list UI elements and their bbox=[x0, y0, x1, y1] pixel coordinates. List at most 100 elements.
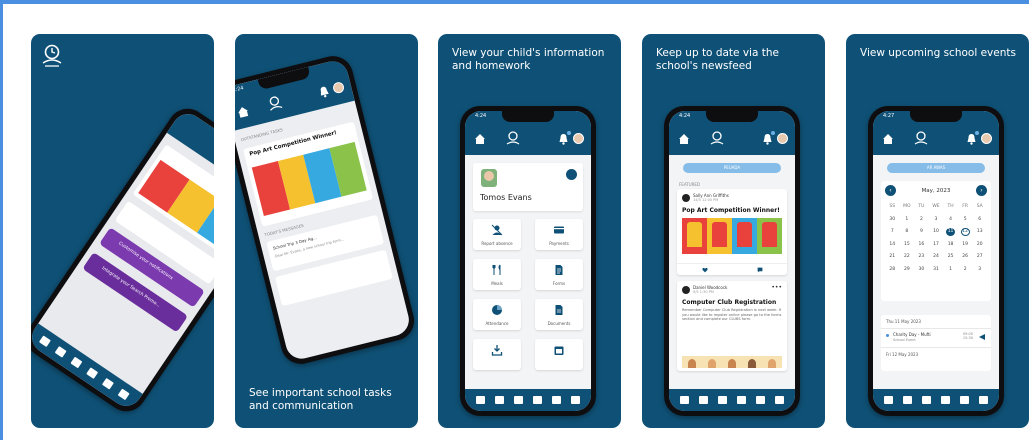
next-month-button[interactable]: › bbox=[976, 185, 987, 196]
tab-menu-icon[interactable] bbox=[117, 388, 130, 401]
tile-report-absence[interactable]: Report absence bbox=[473, 219, 521, 250]
like-button[interactable] bbox=[677, 264, 732, 275]
calendar-day[interactable]: 16 bbox=[914, 241, 929, 249]
tab-grid-icon[interactable] bbox=[38, 335, 51, 348]
tab-menu-icon[interactable] bbox=[979, 396, 988, 404]
screenshot-card-logo[interactable]: Customise your notifications Integrate y… bbox=[31, 34, 214, 428]
calendar-day[interactable]: 25 bbox=[943, 253, 958, 261]
calendar-day[interactable]: 1 bbox=[943, 266, 958, 274]
calendar-day[interactable]: 5 bbox=[958, 216, 973, 224]
calendar-day[interactable]: 11 bbox=[946, 228, 956, 236]
tab-calendar-icon[interactable] bbox=[86, 367, 99, 379]
feed-post[interactable]: Sally Ann Griffiths 14/5 12:00 PM Pop Ar… bbox=[677, 189, 787, 275]
calendar-day[interactable]: 8 bbox=[900, 228, 915, 236]
avatar[interactable] bbox=[981, 133, 992, 144]
tab-chat-icon[interactable] bbox=[552, 396, 561, 404]
tile-attendance[interactable]: Attendance bbox=[473, 299, 521, 330]
calendar-day[interactable]: 19 bbox=[958, 241, 973, 249]
tile-download[interactable] bbox=[473, 339, 521, 370]
calendar-day[interactable]: 29 bbox=[900, 266, 915, 274]
bell-icon[interactable] bbox=[762, 133, 773, 145]
tab-chat-icon[interactable] bbox=[101, 377, 114, 390]
more-options-icon[interactable]: ••• bbox=[771, 284, 782, 291]
tab-chat-icon[interactable] bbox=[756, 396, 765, 404]
screenshot-card-newsfeed[interactable]: Keep up to date via the school's newsfee… bbox=[642, 34, 825, 428]
tile-documents[interactable]: Documents bbox=[535, 299, 583, 330]
phone-screen: 4:27 AR AWAS ‹ May, 2023 › SS MO TU WE TH FR S… bbox=[873, 111, 999, 411]
tab-menu-icon[interactable] bbox=[571, 396, 580, 404]
calendar-day[interactable]: 27 bbox=[972, 253, 987, 261]
feed-post[interactable]: Daniel Woodcock 9/5 1:30 PM ••• Computer… bbox=[677, 281, 787, 371]
calendar-day[interactable]: 3 bbox=[972, 266, 987, 274]
tab-grid-icon[interactable] bbox=[476, 396, 485, 404]
calendar-day[interactable]: 2 bbox=[958, 266, 973, 274]
weekday-header: TU bbox=[918, 204, 925, 209]
tab-inbox-icon[interactable] bbox=[514, 396, 523, 404]
calendar-day[interactable]: 22 bbox=[900, 253, 915, 261]
filter-pill[interactable]: PEUADA bbox=[683, 163, 781, 173]
calendar-day[interactable]: 1 bbox=[900, 216, 915, 224]
tile-payments[interactable]: Payments bbox=[535, 219, 583, 250]
tab-inbox-icon[interactable] bbox=[70, 356, 83, 369]
screenshot-card-communication[interactable]: 4:24 OUTSTANDING TASKS Pop Art Competiti… bbox=[235, 34, 418, 428]
calendar-day[interactable]: 21 bbox=[885, 253, 900, 261]
calendar-day[interactable]: 28 bbox=[885, 266, 900, 274]
author-avatar bbox=[682, 286, 690, 294]
calendar-day[interactable]: 14 bbox=[885, 241, 900, 249]
calendar-day[interactable]: 24 bbox=[929, 253, 944, 261]
calendar-day[interactable]: 17 bbox=[929, 241, 944, 249]
tab-people-icon[interactable] bbox=[903, 396, 912, 404]
tab-people-icon[interactable] bbox=[54, 346, 67, 358]
tab-inbox-icon[interactable] bbox=[922, 396, 931, 404]
calendar-day[interactable]: 3 bbox=[929, 216, 944, 224]
tile-calendar[interactable] bbox=[535, 339, 583, 370]
tab-grid-icon[interactable] bbox=[884, 396, 893, 404]
tab-inbox-icon[interactable] bbox=[718, 396, 727, 404]
tile-label: Report absence bbox=[481, 241, 513, 246]
avatar[interactable] bbox=[573, 133, 584, 144]
calendar-day[interactable]: 18 bbox=[943, 241, 958, 249]
event-title[interactable]: Charity Day - Mufti bbox=[893, 332, 931, 337]
calendar-day[interactable]: 15 bbox=[900, 241, 915, 249]
calendar-day[interactable]: 30 bbox=[914, 266, 929, 274]
home-icon[interactable] bbox=[236, 105, 251, 120]
tab-calendar-icon[interactable] bbox=[737, 396, 746, 404]
tab-grid-icon[interactable] bbox=[680, 396, 689, 404]
home-icon[interactable] bbox=[882, 133, 894, 145]
calendar-day[interactable]: 26 bbox=[958, 253, 973, 261]
tab-people-icon[interactable] bbox=[495, 396, 504, 404]
share-icon[interactable] bbox=[978, 333, 986, 341]
avatar[interactable] bbox=[331, 80, 346, 95]
calendar-day[interactable]: 13 bbox=[972, 228, 987, 236]
tile-forms[interactable]: Forms bbox=[535, 259, 583, 290]
bell-icon[interactable] bbox=[317, 85, 331, 99]
calendar-day[interactable]: 7 bbox=[885, 228, 900, 236]
bell-icon[interactable] bbox=[558, 133, 569, 145]
calendar-day[interactable]: 4 bbox=[943, 216, 958, 224]
calendar-day[interactable]: 20 bbox=[972, 241, 987, 249]
calendar-day[interactable]: 9 bbox=[914, 228, 929, 236]
avatar[interactable] bbox=[777, 133, 788, 144]
user-icon[interactable] bbox=[566, 169, 577, 180]
screenshot-card-child-info[interactable]: View your child's information and homewo… bbox=[438, 34, 621, 428]
calendar-day[interactable]: 2 bbox=[914, 216, 929, 224]
home-icon[interactable] bbox=[678, 133, 690, 145]
child-profile-card[interactable]: Tomos Evans bbox=[473, 163, 583, 211]
tab-chat-icon[interactable] bbox=[960, 396, 969, 404]
calendar-day[interactable]: 6 bbox=[972, 216, 987, 224]
tab-calendar-icon[interactable] bbox=[533, 396, 542, 404]
tab-people-icon[interactable] bbox=[699, 396, 708, 404]
filter-pill[interactable]: AR AWAS bbox=[887, 163, 985, 173]
bell-icon[interactable] bbox=[966, 133, 977, 145]
calendar-day[interactable]: 30 bbox=[885, 216, 900, 224]
home-icon[interactable] bbox=[474, 133, 486, 145]
calendar-day[interactable]: 10 bbox=[929, 228, 944, 236]
tab-calendar-icon[interactable] bbox=[941, 396, 950, 404]
screenshot-card-events[interactable]: View upcoming school events 4:27 AR AWAS… bbox=[846, 34, 1029, 428]
calendar-day[interactable]: 12 bbox=[960, 228, 970, 236]
tile-meals[interactable]: Meals bbox=[473, 259, 521, 290]
tab-menu-icon[interactable] bbox=[775, 396, 784, 404]
calendar-day[interactable]: 31 bbox=[929, 266, 944, 274]
calendar-day[interactable]: 23 bbox=[914, 253, 929, 261]
comment-button[interactable] bbox=[732, 264, 787, 275]
